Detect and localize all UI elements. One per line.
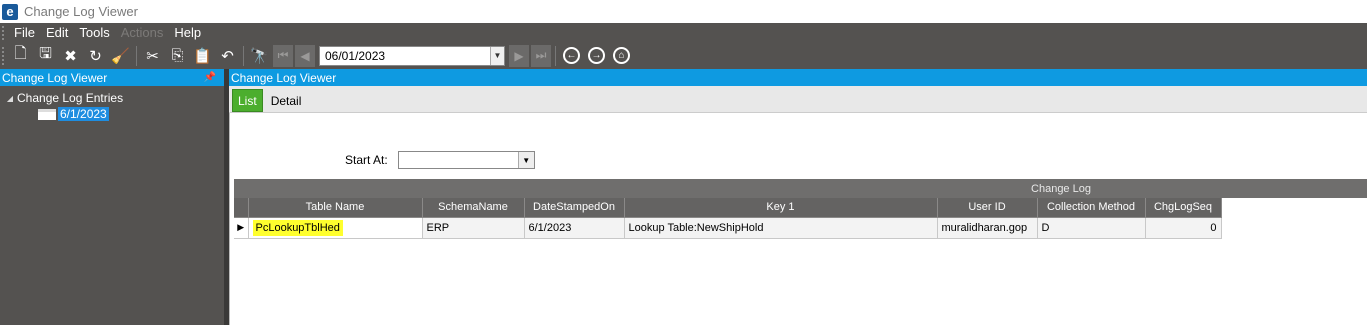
start-at-combo[interactable]: ▼ <box>397 151 535 169</box>
menu-edit[interactable]: Edit <box>40 25 73 40</box>
column-header[interactable]: DateStampedOn <box>524 198 625 218</box>
grid-header-row: Table Name SchemaName DateStampedOn Key … <box>234 198 1222 218</box>
last-record-icon[interactable]: ⏭ <box>531 44 551 67</box>
table-cell[interactable]: 0 <box>1145 217 1222 239</box>
table-cell[interactable]: muralidharan.gop <box>937 217 1038 239</box>
tab-strip: List Detail <box>229 86 1367 113</box>
toolbar-divider <box>243 45 244 66</box>
delete-icon[interactable]: ✖ <box>58 44 83 68</box>
menu-tools[interactable]: Tools <box>73 25 114 40</box>
grid-band-header: Change Log <box>234 179 1367 198</box>
table-cell[interactable]: D <box>1037 217 1146 239</box>
previous-record-icon[interactable]: ◀ <box>295 44 315 67</box>
table-cell[interactable]: PcLookupTblHed <box>248 217 423 239</box>
toolbar-divider <box>555 45 556 66</box>
copy-icon[interactable]: ⎘ <box>165 44 190 68</box>
tree-pane-title: Change Log Viewer <box>2 70 108 85</box>
column-header[interactable]: Collection Method <box>1037 198 1146 218</box>
tab-list[interactable]: List <box>232 89 263 112</box>
toolbar-divider <box>136 45 137 66</box>
window-title: Change Log Viewer <box>24 4 138 19</box>
next-record-icon[interactable]: ▶ <box>509 44 529 67</box>
tree-node-label: 6/1/2023 <box>58 107 109 121</box>
tree-pane: Change Log Viewer 📌 ◢ Change Log Entries… <box>0 69 224 325</box>
new-icon[interactable]: 🗋 <box>8 44 33 68</box>
column-header[interactable]: ChgLogSeq <box>1145 198 1222 218</box>
folder-icon <box>38 108 56 120</box>
pin-icon[interactable]: 📌 <box>204 72 216 83</box>
tab-detail[interactable]: Detail <box>266 89 307 112</box>
chevron-down-icon[interactable]: ▼ <box>517 152 534 168</box>
grid-table: Table Name SchemaName DateStampedOn Key … <box>234 198 1222 239</box>
row-pointer-icon[interactable]: ▶ <box>234 217 249 239</box>
tree-node-label: Change Log Entries <box>17 91 124 105</box>
back-icon[interactable]: ← <box>563 47 580 64</box>
tree-node-date[interactable]: 6/1/2023 <box>38 106 109 122</box>
table-cell[interactable]: Lookup Table:NewShipHold <box>624 217 938 239</box>
menu-file[interactable]: File <box>8 25 40 40</box>
undo-icon[interactable]: ↶ <box>215 44 240 68</box>
list-form: Start At: ▼ Change Log Table Name Schema… <box>229 113 1367 325</box>
column-header[interactable]: Key 1 <box>624 198 938 218</box>
table-cell[interactable]: 6/1/2023 <box>524 217 625 239</box>
menu-help[interactable]: Help <box>168 25 206 40</box>
clear-icon[interactable]: 🧹 <box>108 44 133 68</box>
column-header[interactable]: SchemaName <box>422 198 525 218</box>
start-at-field: Start At: ▼ <box>345 151 535 169</box>
collapse-arrow-icon[interactable]: ◢ <box>3 94 17 103</box>
home-icon[interactable]: ⌂ <box>613 47 630 64</box>
refresh-icon[interactable]: ↻ <box>83 44 108 68</box>
save-icon[interactable]: 🖫 <box>33 44 58 68</box>
menu-actions: Actions <box>120 25 164 40</box>
change-log-grid: Change Log Table Name SchemaName DateSta… <box>234 179 1367 239</box>
start-at-label: Start At: <box>345 153 388 167</box>
forward-icon[interactable]: → <box>588 47 605 64</box>
main-pane-title: Change Log Viewer <box>231 70 337 85</box>
cut-icon[interactable]: ✂ <box>140 44 165 68</box>
tree-node-change-log-entries[interactable]: ◢ Change Log Entries <box>0 90 123 106</box>
paste-icon[interactable]: 📋 <box>190 44 215 68</box>
tree-pane-header: Change Log Viewer 📌 <box>0 69 224 86</box>
app-logo-icon: e <box>2 3 18 20</box>
main-pane: Change Log Viewer List Detail Start At: … <box>229 69 1367 325</box>
first-record-icon[interactable]: ⏮ <box>273 44 293 67</box>
date-value: 06/01/2023 <box>325 48 386 63</box>
column-header[interactable]: User ID <box>937 198 1038 218</box>
date-selector[interactable]: 06/01/2023 ▼ <box>319 45 505 66</box>
chevron-down-icon[interactable]: ▼ <box>490 46 504 65</box>
menu-bar: File Edit Tools Actions Help <box>0 23 1367 42</box>
table-name-value: PcLookupTblHed <box>252 219 343 236</box>
column-header[interactable]: Table Name <box>248 198 423 218</box>
toolbar: 🗋 🖫 ✖ ↻ 🧹 ✂ ⎘ 📋 ↶ 🔭 ⏮ ◀ 06/01/2023 ▼ ▶ ⏭… <box>0 42 1367 69</box>
search-binoculars-icon[interactable]: 🔭 <box>247 44 272 68</box>
table-cell[interactable]: ERP <box>422 217 525 239</box>
title-bar: e Change Log Viewer <box>0 0 1367 23</box>
row-selector-header <box>234 198 249 218</box>
table-row[interactable]: ▶ PcLookupTblHed ERP 6/1/2023 Lookup Tab… <box>234 217 1222 239</box>
main-pane-header: Change Log Viewer <box>229 69 1367 86</box>
